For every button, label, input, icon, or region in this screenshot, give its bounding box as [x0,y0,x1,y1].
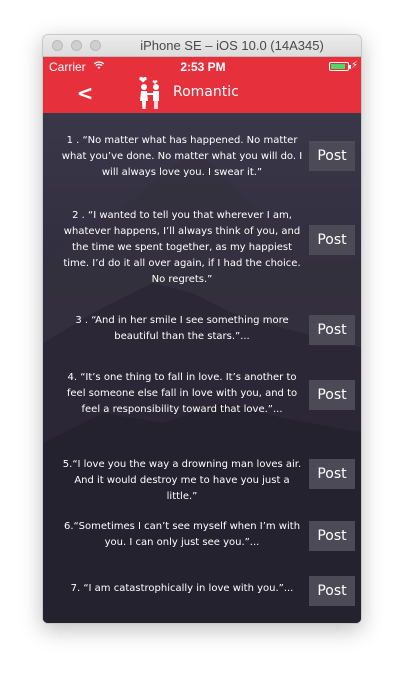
charging-icon: ⚡ [350,60,358,71]
quote-text: 1 . “No matter what has happened. No mat… [61,135,303,178]
window-title: iPhone SE – iOS 10.0 (14A345) [140,38,324,53]
quote-text: 3 . “And in her smile I see something mo… [75,315,289,342]
status-bar: Carrier 2:53 PM ⚡ [43,57,361,77]
post-button[interactable]: Post [309,141,355,171]
window-titlebar: iPhone SE – iOS 10.0 (14A345) [43,35,361,57]
quote-text: 6.“Sometimes I can’t see myself when I’m… [63,521,301,548]
page-title: Romantic [173,84,239,100]
phone-screen: Carrier 2:53 PM ⚡ < Romantic 1 . “No mat… [43,57,361,623]
battery-level [331,64,345,69]
post-button[interactable]: Post [309,521,355,551]
post-button[interactable]: Post [309,576,355,606]
back-button[interactable]: < [73,81,97,105]
quote-text: 4. “It’s one thing to fall in love. It’s… [66,372,298,415]
battery-icon [329,62,351,71]
post-button[interactable]: Post [309,459,355,489]
navigation-bar: Carrier 2:53 PM ⚡ < Romantic [43,57,361,113]
simulator-window: iPhone SE – iOS 10.0 (14A345) Carrier 2:… [42,34,362,624]
quote-text: 7. “I am catastrophically in love with y… [70,583,294,594]
post-button[interactable]: Post [309,380,355,410]
couple-icon [139,76,159,109]
status-time: 2:53 PM [180,60,226,74]
quotes-list: 1 . “No matter what has happened. No mat… [43,113,361,623]
quote-text: 2 . “I wanted to tell you that wherever … [63,210,301,285]
quote-text: 5.“I love you the way a drowning man lov… [62,459,302,502]
post-button[interactable]: Post [309,315,355,345]
post-button[interactable]: Post [309,225,355,255]
